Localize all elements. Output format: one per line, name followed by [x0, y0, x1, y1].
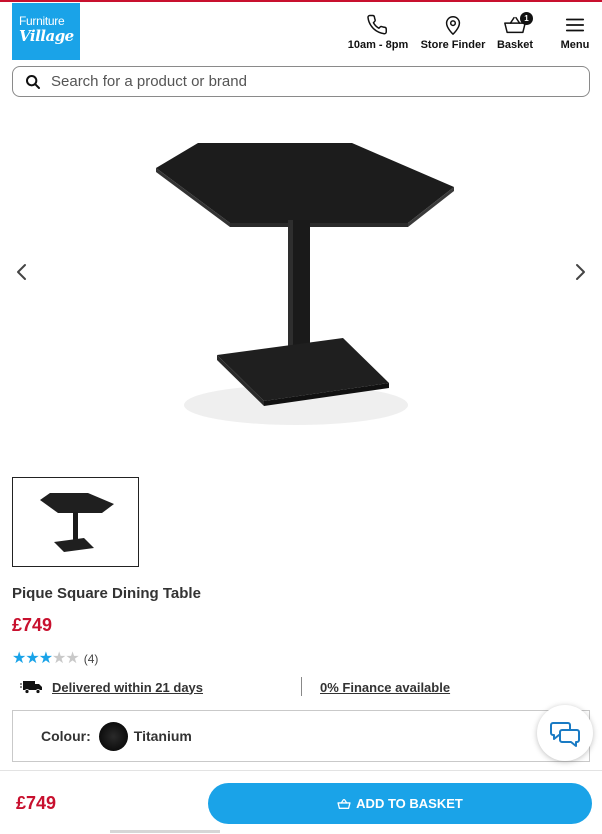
- product-rating[interactable]: ★ ★ ★ ★ ★ (4): [12, 651, 98, 667]
- colour-selector[interactable]: Colour: Titanium: [12, 710, 590, 762]
- search-bar[interactable]: [12, 66, 590, 97]
- furniture-village-logo[interactable]: Furniture Village: [12, 3, 80, 60]
- basket-icon: [337, 798, 351, 809]
- chevron-right-icon: [576, 264, 585, 280]
- star-icon: ★: [25, 650, 39, 667]
- review-count: (4): [83, 652, 99, 666]
- search-input[interactable]: [51, 73, 551, 90]
- basket-count-badge: 1: [520, 12, 533, 25]
- product-title: Pique Square Dining Table: [12, 585, 201, 602]
- sticky-price: £749: [16, 793, 57, 813]
- search-icon: [26, 74, 40, 89]
- product-image-carousel: [0, 110, 602, 450]
- menu-button[interactable]: Menu: [557, 14, 593, 51]
- colour-label: Colour:: [41, 728, 91, 744]
- store-finder-label: Store Finder: [420, 39, 486, 51]
- colour-value: Titanium: [133, 728, 192, 744]
- opening-hours-link[interactable]: 10am - 8pm: [346, 14, 410, 51]
- basket-link[interactable]: 1 Basket: [494, 12, 536, 51]
- thumbnail-image: [39, 493, 114, 552]
- finance-link[interactable]: 0% Finance available: [320, 680, 450, 695]
- delivery-info-link[interactable]: Delivered within 21 days: [20, 679, 203, 695]
- carousel-next-button[interactable]: [568, 260, 592, 284]
- phone-icon: [367, 14, 387, 35]
- hamburger-icon: [565, 18, 585, 32]
- product-thumbnail[interactable]: [12, 477, 139, 567]
- menu-label: Menu: [560, 39, 590, 51]
- opening-hours-label: 10am - 8pm: [347, 39, 409, 51]
- star-empty-icon: ★: [52, 650, 66, 667]
- carousel-prev-button[interactable]: [10, 260, 34, 284]
- map-pin-icon: [445, 16, 461, 35]
- add-to-basket-button[interactable]: ADD TO BASKET: [208, 783, 592, 824]
- store-finder-link[interactable]: Store Finder: [418, 14, 488, 51]
- star-icon: ★: [12, 650, 26, 667]
- add-to-basket-label: ADD TO BASKET: [356, 796, 463, 811]
- live-chat-button[interactable]: [537, 705, 593, 761]
- scroll-indicator: [110, 830, 220, 833]
- logo-line-2: Village: [19, 27, 74, 45]
- star-empty-icon: ★: [65, 650, 79, 667]
- delivery-truck-icon: [20, 681, 42, 694]
- product-image[interactable]: [140, 130, 470, 450]
- colour-swatch: [98, 721, 128, 751]
- info-divider: [301, 677, 302, 696]
- sticky-purchase-bar: £749 ADD TO BASKET: [0, 770, 602, 834]
- delivery-text: Delivered within 21 days: [52, 679, 204, 695]
- star-icon: ★: [38, 650, 53, 667]
- chat-bubbles-icon: [550, 722, 580, 747]
- chevron-left-icon: [17, 264, 26, 280]
- site-header: Furniture Village 10am - 8pm Store Finde…: [0, 2, 602, 62]
- product-price: £749: [12, 615, 53, 635]
- basket-label: Basket: [496, 39, 534, 51]
